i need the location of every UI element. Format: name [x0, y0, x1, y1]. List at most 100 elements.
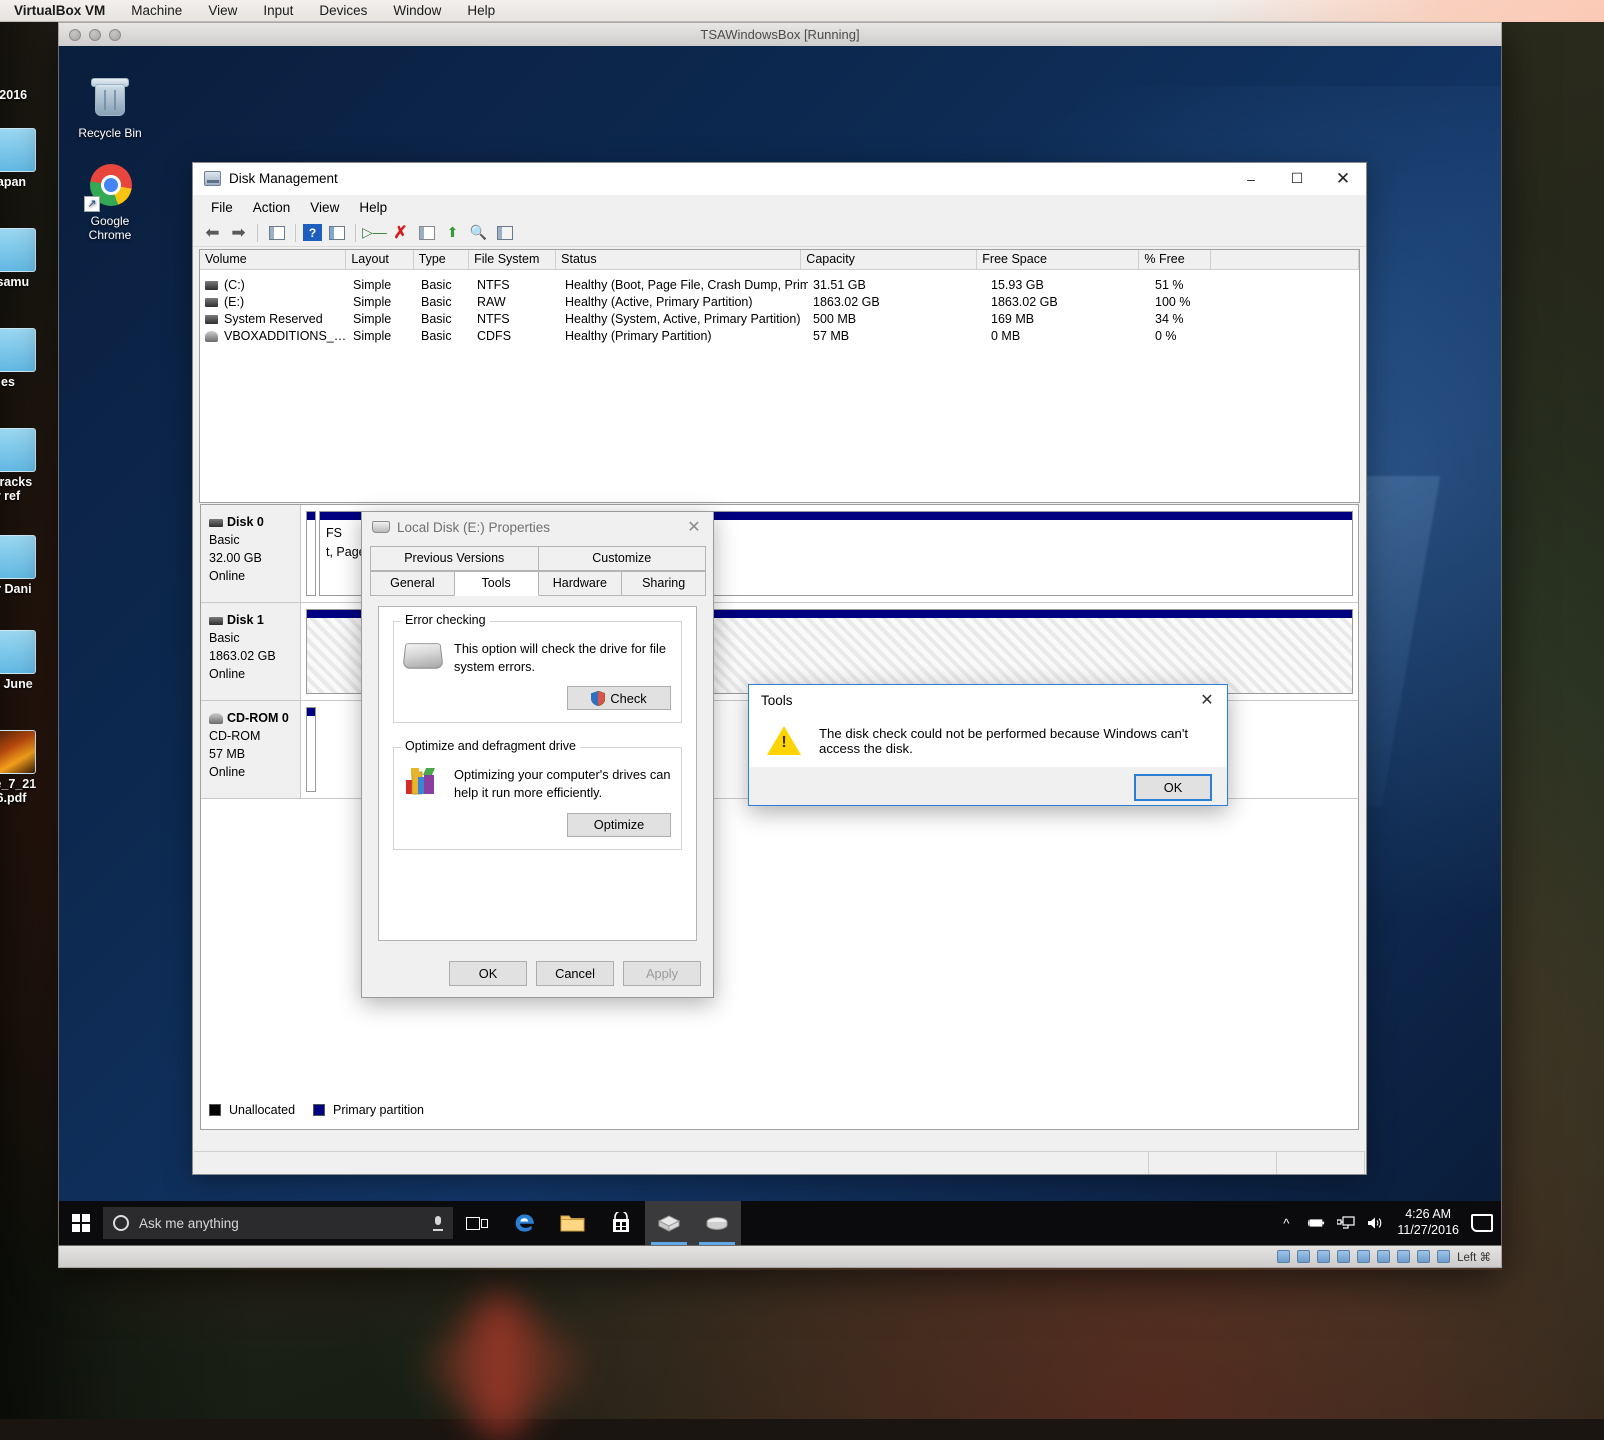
menu-view[interactable]: View — [208, 3, 237, 18]
column-header-capacity[interactable]: Capacity — [801, 250, 978, 269]
column-header-status[interactable]: Status — [556, 250, 802, 269]
back-arrow-icon[interactable]: ⬅ — [201, 222, 224, 244]
close-icon[interactable]: ✕ — [675, 512, 713, 542]
shrink-volume-icon[interactable]: 🔍 — [467, 222, 490, 244]
show-hidden-icons-chevron[interactable]: ^ — [1277, 1215, 1295, 1231]
table-row[interactable]: VBOXADDITIONS_… Simple Basic CDFS Health… — [200, 327, 1359, 344]
virtualbox-status-bar[interactable]: Left ⌘ — [58, 1246, 1502, 1268]
ok-button[interactable]: OK — [449, 960, 527, 986]
window-controls[interactable]: – ☐ ✕ — [1228, 163, 1366, 195]
vm-title-bar[interactable]: TSAWindowsBox [Running] — [58, 22, 1502, 46]
disk-management-taskbar-button[interactable] — [645, 1201, 693, 1245]
properties-icon[interactable] — [325, 222, 348, 244]
clock[interactable]: 4:26 AM 11/27/2016 — [1397, 1207, 1459, 1238]
keyboard-status-icon[interactable] — [1437, 1250, 1451, 1263]
tab-sharing[interactable]: Sharing — [621, 571, 706, 596]
windows-taskbar[interactable]: Ask me anything ^ 4:26 AM 11/27/2016 — [59, 1201, 1501, 1245]
column-header-layout[interactable]: Layout — [346, 250, 414, 269]
minimize-button[interactable]: – — [1228, 163, 1274, 195]
disk-management-toolbar[interactable]: ⬅ ➡ ? ▷― ✗ ⬆ 🔍 — [193, 219, 1366, 247]
tab-row-top[interactable]: Previous Versions Customize — [362, 546, 713, 571]
extend-volume-icon[interactable]: ⬆ — [441, 222, 464, 244]
menu-help[interactable]: Help — [349, 198, 397, 217]
tools-dialog-title-bar[interactable]: Tools ✕ — [749, 685, 1227, 715]
disk-management-app-icon — [204, 171, 221, 186]
column-header-type[interactable]: Type — [414, 250, 470, 269]
optical-drive-status-icon[interactable] — [1297, 1250, 1311, 1263]
check-button[interactable]: Check — [567, 686, 671, 711]
table-row[interactable]: (C:) Simple Basic NTFS Healthy (Boot, Pa… — [200, 276, 1359, 293]
show-hide-console-tree-icon[interactable] — [265, 222, 288, 244]
network-status-icon[interactable] — [1317, 1250, 1331, 1263]
menu-machine[interactable]: Machine — [131, 3, 182, 18]
partition-cdrom[interactable] — [306, 707, 316, 792]
tab-previous-versions[interactable]: Previous Versions — [370, 546, 539, 571]
tab-tools[interactable]: Tools — [453, 571, 539, 596]
delete-icon[interactable]: ✗ — [389, 222, 412, 244]
menu-file[interactable]: File — [201, 198, 243, 217]
start-button[interactable] — [59, 1201, 103, 1245]
disk-properties-taskbar-button[interactable] — [693, 1201, 741, 1245]
maximize-button[interactable]: ☐ — [1274, 163, 1320, 195]
cell-status: Healthy (Boot, Page File, Crash Dump, Pr… — [565, 277, 808, 292]
column-header-free-space[interactable]: Free Space — [977, 250, 1140, 269]
desktop-icon-recycle-bin[interactable]: Recycle Bin — [67, 74, 153, 140]
microsoft-edge-button[interactable] — [501, 1201, 549, 1245]
disk-management-title-bar[interactable]: Disk Management – ☐ ✕ — [193, 163, 1366, 195]
shared-folders-status-icon[interactable] — [1357, 1250, 1371, 1263]
connect-icon[interactable]: ▷― — [362, 222, 387, 244]
column-header-percent-free[interactable]: % Free — [1139, 250, 1211, 269]
microphone-icon[interactable] — [433, 1215, 443, 1231]
optimize-button[interactable]: Optimize — [567, 812, 671, 837]
column-header-blank[interactable] — [1211, 250, 1359, 269]
recording-status-icon[interactable] — [1397, 1250, 1411, 1263]
system-tray[interactable]: ^ 4:26 AM 11/27/2016 — [1277, 1207, 1501, 1238]
close-icon[interactable]: ✕ — [1187, 685, 1227, 715]
menu-window[interactable]: Window — [393, 3, 441, 18]
partition-system-reserved[interactable] — [306, 511, 316, 596]
task-view-button[interactable] — [453, 1201, 501, 1245]
check-icon[interactable] — [415, 222, 438, 244]
action-center-icon[interactable] — [1471, 1214, 1493, 1232]
mouse-integration-status-icon[interactable] — [1417, 1250, 1431, 1263]
menu-action[interactable]: Action — [243, 198, 301, 217]
column-header-file-system[interactable]: File System — [469, 250, 557, 269]
battery-icon[interactable] — [1307, 1215, 1325, 1231]
ok-button[interactable]: OK — [1134, 773, 1212, 801]
speaker-icon[interactable] — [1367, 1215, 1385, 1231]
network-icon[interactable] — [1337, 1215, 1355, 1231]
close-button[interactable]: ✕ — [1320, 163, 1366, 195]
macos-menu-bar[interactable]: VirtualBox VM Machine View Input Devices… — [0, 0, 1604, 22]
menu-input[interactable]: Input — [263, 3, 293, 18]
menu-devices[interactable]: Devices — [319, 3, 367, 18]
tab-hardware[interactable]: Hardware — [537, 571, 623, 596]
disk-info-1[interactable]: Disk 1 Basic 1863.02 GB Online — [201, 603, 301, 700]
menu-view[interactable]: View — [300, 198, 349, 217]
tab-customize[interactable]: Customize — [537, 546, 706, 571]
disk-info-cdrom[interactable]: CD-ROM 0 CD-ROM 57 MB Online — [201, 701, 301, 798]
tab-row-bottom[interactable]: General Tools Hardware Sharing — [362, 571, 713, 596]
tools-dialog-body: ! The disk check could not be performed … — [749, 715, 1227, 767]
menu-help[interactable]: Help — [467, 3, 495, 18]
properties-dialog-buttons[interactable]: OK Cancel Apply — [362, 949, 713, 997]
help-icon[interactable]: ? — [303, 224, 322, 241]
cancel-button[interactable]: Cancel — [536, 960, 614, 986]
list-view-icon[interactable] — [493, 222, 516, 244]
disk-info-0[interactable]: Disk 0 Basic 32.00 GB Online — [201, 505, 301, 602]
menu-virtualbox-vm[interactable]: VirtualBox VM — [14, 3, 105, 18]
usb-status-icon[interactable] — [1337, 1250, 1351, 1263]
forward-arrow-icon[interactable]: ➡ — [227, 222, 250, 244]
file-explorer-button[interactable] — [549, 1201, 597, 1245]
hard-disk-status-icon[interactable] — [1277, 1250, 1291, 1263]
volume-list[interactable]: Volume Layout Type File System Status Ca… — [199, 249, 1360, 503]
windows-store-button[interactable] — [597, 1201, 645, 1245]
disk-management-menu-bar[interactable]: File Action View Help — [193, 195, 1366, 219]
column-header-volume[interactable]: Volume — [200, 250, 347, 269]
table-row[interactable]: System Reserved Simple Basic NTFS Health… — [200, 310, 1359, 327]
tab-general[interactable]: General — [370, 571, 455, 596]
search-input[interactable]: Ask me anything — [103, 1207, 453, 1239]
display-status-icon[interactable] — [1377, 1250, 1391, 1263]
desktop-icon-google-chrome[interactable]: ↗ Google Chrome — [67, 162, 153, 243]
properties-title-bar[interactable]: Local Disk (E:) Properties ✕ — [362, 512, 713, 542]
table-row[interactable]: (E:) Simple Basic RAW Healthy (Active, P… — [200, 293, 1359, 310]
